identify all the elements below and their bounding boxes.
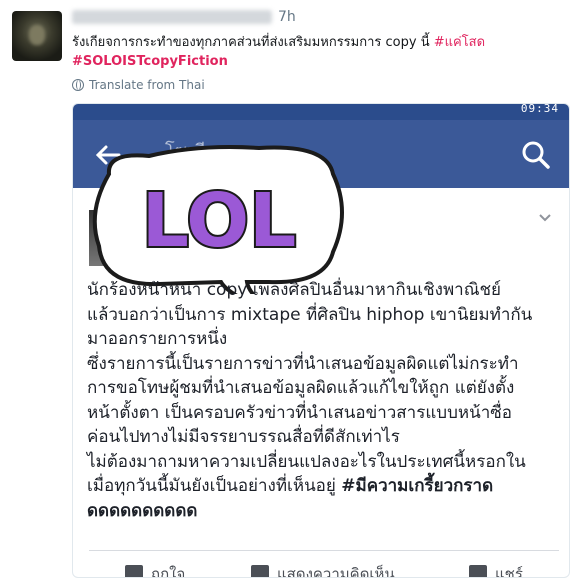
share-icon bbox=[469, 565, 487, 577]
phone-status-bar: 09:34 bbox=[73, 104, 569, 120]
lol-text: LOL bbox=[142, 178, 297, 264]
avatar[interactable] bbox=[12, 11, 62, 61]
post-line: เมื่อทุกวันนี้มันยังเป็นอย่างที่เห็นอยู่… bbox=[87, 474, 567, 499]
post-line: หน้าตั้งตา เป็นครอบครัวข่าวที่นำเสนอข่าว… bbox=[87, 402, 513, 423]
post-line: นักร้องหน้าหนา copy เพลงศิลปินอื่นมาหากิ… bbox=[87, 280, 501, 300]
comment-action: แสดงความคิดเห็น bbox=[251, 562, 395, 578]
post-line: ซึ่งรายการนี้เป็นรายการข่าวที่นำเสนอข้อม… bbox=[87, 353, 519, 374]
blurred-username[interactable] bbox=[72, 10, 272, 24]
post-line: ไม่ต้องมาถามหาความเปลี่ยนแปลงอะไรในประเท… bbox=[87, 451, 526, 472]
comment-label: แสดงความคิดเห็น bbox=[277, 565, 395, 578]
tweet-header: 7h bbox=[72, 9, 296, 25]
globe-icon bbox=[72, 79, 84, 91]
post-line: แล้วบอกว่าเป็นการ mixtape ที่ศิลปิน hiph… bbox=[87, 304, 533, 325]
divider bbox=[89, 550, 559, 551]
status-time: 09:34 bbox=[520, 103, 559, 115]
tweet-text-body: รังเกียจการกระทำของทุกภาคส่วนที่ส่งเสริม… bbox=[72, 35, 434, 50]
post-hashtag: #มีความเกรี้ยวกราด bbox=[341, 476, 494, 496]
post-line: ค่อนไปทางไม่มีจรรยาบรรณสื่อที่ดีสักเท่าไ… bbox=[87, 427, 400, 447]
tweet-time[interactable]: 7h bbox=[278, 9, 296, 25]
tweet-text: รังเกียจการกระทำของทุกภาคส่วนที่ส่งเสริม… bbox=[72, 33, 572, 71]
attached-photo[interactable]: 09:34 โซเชียล LOL นักร้องหน้าหนา copy เพ… bbox=[72, 103, 570, 578]
lol-speech-bubble: LOL bbox=[92, 145, 344, 294]
like-label: ถูกใจ bbox=[151, 565, 186, 578]
share-label: แชร์ bbox=[495, 565, 523, 578]
like-action: ถูกใจ bbox=[125, 562, 186, 578]
post-body: นักร้องหน้าหนา copy เพลงศิลปินอื่นมาหากิ… bbox=[87, 278, 567, 523]
like-icon bbox=[125, 565, 143, 577]
post-line: มาออกรายการหนึ่ง bbox=[87, 329, 228, 349]
translate-label: Translate from Thai bbox=[89, 78, 205, 92]
search-icon bbox=[522, 141, 550, 169]
post-line: การขอโทษผู้ชมที่นำเสนอข้อมูลผิดแล้วแก้ไข… bbox=[87, 378, 515, 398]
share-action: แชร์ bbox=[469, 562, 523, 578]
hashtag-link[interactable]: #SOLOISTcopyFiction bbox=[72, 54, 228, 69]
translate-link[interactable]: Translate from Thai bbox=[72, 78, 205, 92]
comment-icon bbox=[251, 565, 269, 577]
post-line-text: เมื่อทุกวันนี้มันยังเป็นอย่างที่เห็นอยู่ bbox=[87, 476, 342, 496]
hashtag-link[interactable]: #แค่โสด bbox=[434, 35, 485, 50]
chevron-down-icon bbox=[539, 214, 551, 222]
post-hashtag-continued: ดดดดดดดดดด bbox=[87, 500, 198, 521]
post-actions: ถูกใจ แสดงความคิดเห็น แชร์ bbox=[73, 560, 569, 578]
